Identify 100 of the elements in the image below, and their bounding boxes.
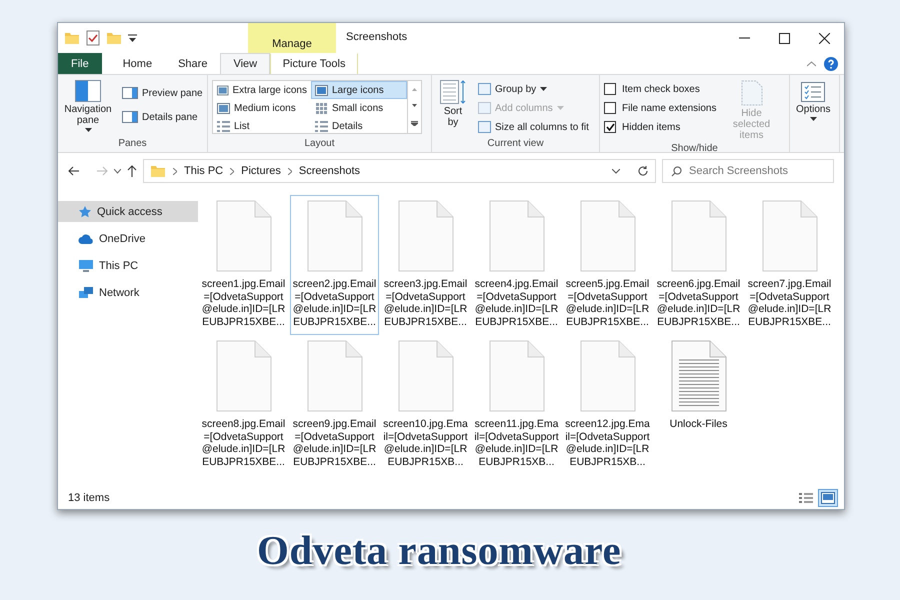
view-toggle-button[interactable] — [818, 489, 838, 507]
group-label: Show/hide — [670, 143, 719, 156]
ribbon-tab[interactable]: Picture Tools — [270, 53, 358, 74]
blank-file-icon — [488, 340, 544, 412]
help-icon[interactable] — [824, 56, 838, 70]
customize-menu-icon[interactable] — [128, 34, 137, 42]
refresh-icon[interactable] — [637, 165, 649, 177]
blank-file-icon — [580, 340, 636, 412]
chevron-icon — [173, 168, 177, 174]
dropdown-caret-icon[interactable] — [612, 168, 620, 174]
file-item[interactable]: screen5.jpg.Email=[OdvetaSupport@elude.in]ID=[LREUBJPR15XBE... — [563, 195, 652, 335]
blank-file-icon — [306, 200, 362, 272]
file-item[interactable]: screen4.jpg.Email=[OdvetaSupport@elude.in]ID=[LREUBJPR15XBE... — [472, 195, 561, 335]
layout-option[interactable]: Medium icons — [213, 99, 311, 117]
blank-file-icon — [306, 340, 362, 412]
ribbon-tab[interactable]: Share — [165, 53, 220, 74]
checkbox-option[interactable]: Item check boxes — [604, 80, 716, 98]
context-group-header: Manage — [248, 23, 336, 53]
column-icon — [478, 83, 491, 95]
options-button[interactable]: Options — [794, 78, 832, 152]
checkbox-option[interactable]: File name extensions — [604, 99, 716, 117]
layout-option[interactable]: Large icons — [311, 81, 407, 99]
group-label: Layout — [303, 138, 336, 151]
chevron-icon — [230, 168, 234, 174]
blank-file-icon — [762, 200, 818, 272]
file-item[interactable]: screen6.jpg.Email=[OdvetaSupport@elude.in]ID=[LREUBJPR15XBE... — [654, 195, 743, 335]
view-command-button[interactable]: Size all columns to fit — [474, 118, 593, 136]
blank-file-icon — [398, 340, 454, 412]
pane-toggle-button[interactable]: Preview pane — [118, 84, 207, 102]
breadcrumb[interactable]: This PC — [184, 165, 224, 177]
gallery-scroller[interactable] — [408, 80, 422, 134]
collapse-ribbon-icon[interactable] — [807, 60, 816, 66]
picture-icon — [217, 102, 230, 114]
caret-icon — [84, 128, 92, 132]
window-title: Screenshots — [345, 30, 408, 45]
file-item[interactable]: screen12.jpg.Email=[OdvetaSupport@elude.in]ID=[LREUBJPR15XB... — [563, 335, 652, 475]
file-item[interactable]: screen10.jpg.Email=[OdvetaSupport@elude.in]ID=[LREUBJPR15XB... — [381, 335, 470, 475]
column-icon — [478, 121, 491, 133]
layout-option[interactable]: Details — [311, 117, 407, 135]
blank-file-icon — [488, 200, 544, 272]
sort-by-button[interactable]: Sort by — [436, 78, 470, 138]
file-item[interactable]: screen1.jpg.Email=[OdvetaSupport@elude.in]ID=[LREUBJPR15XBE... — [199, 195, 288, 335]
search-field[interactable]: Search Screenshots — [662, 159, 834, 183]
file-item[interactable]: screen7.jpg.Email=[OdvetaSupport@elude.in]ID=[LREUBJPR15XBE... — [745, 195, 834, 335]
layout-option[interactable]: Small icons — [311, 99, 407, 117]
options-icon — [801, 82, 826, 102]
up-button[interactable] — [127, 165, 137, 177]
group-label: Panes — [117, 138, 148, 151]
navigation-pane-button[interactable]: Navigation pane — [62, 78, 114, 138]
file-item[interactable]: screen11.jpg.Email=[OdvetaSupport@elude.in]ID=[LREUBJPR15XB... — [472, 335, 561, 475]
large-icons-view-icon — [821, 492, 835, 504]
item-count: 13 items — [68, 492, 111, 504]
ribbon-tab[interactable]: Home — [110, 53, 166, 74]
checkbox[interactable] — [604, 121, 616, 133]
file-item[interactable]: screen2.jpg.Email=[OdvetaSupport@elude.in]ID=[LREUBJPR15XBE... — [290, 195, 379, 335]
checkbox[interactable] — [604, 102, 616, 114]
file-item[interactable]: screen3.jpg.Email=[OdvetaSupport@elude.in]ID=[LREUBJPR15XBE... — [381, 195, 470, 335]
sidebar-item[interactable]: Quick access — [58, 201, 198, 222]
folder-icon — [106, 30, 122, 46]
group-label: Current view — [486, 138, 545, 151]
breadcrumb[interactable]: Pictures — [241, 165, 281, 177]
cloud-icon — [78, 232, 94, 244]
back-button[interactable] — [68, 166, 80, 176]
layout-option[interactable]: List — [213, 117, 311, 135]
checkbox-label: Item check boxes — [622, 84, 700, 94]
blank-file-icon — [398, 200, 454, 272]
file-item[interactable]: screen9.jpg.Email=[OdvetaSupport@elude.in]ID=[LREUBJPR15XBE... — [290, 335, 379, 475]
pane-toggle-button[interactable]: Details pane — [118, 108, 202, 126]
blank-file-icon — [580, 200, 636, 272]
breadcrumb[interactable]: Screenshots — [298, 165, 360, 177]
folder-icon — [150, 163, 166, 179]
file-item[interactable]: Unlock-Files — [654, 335, 743, 475]
layout-option[interactable]: Extra large icons — [213, 81, 311, 99]
grid-icon — [315, 102, 328, 114]
details-icon — [315, 120, 328, 132]
properties-icon — [86, 30, 100, 46]
navigation-pane-icon — [75, 80, 101, 102]
recent-locations-button[interactable] — [114, 168, 121, 174]
view-command-button[interactable]: Group by — [474, 80, 552, 98]
checkbox-label: Hidden items — [622, 122, 680, 132]
sidebar-item[interactable]: Network — [58, 282, 198, 303]
column-icon — [478, 102, 491, 114]
address-bar[interactable]: This PC Pictures Screenshots — [143, 159, 656, 183]
checkbox[interactable] — [604, 83, 616, 95]
caret-icon — [810, 117, 817, 121]
file-item[interactable]: screen8.jpg.Email=[OdvetaSupport@elude.in]ID=[LREUBJPR15XBE... — [199, 335, 288, 475]
file-menu-button[interactable]: File — [58, 53, 102, 74]
picture-icon — [217, 84, 229, 96]
blank-file-icon — [216, 340, 272, 412]
blank-file-icon — [670, 200, 726, 272]
checkbox-option[interactable]: Hidden items — [604, 118, 716, 136]
scroll-down-icon[interactable] — [412, 104, 417, 108]
expand-gallery-icon[interactable] — [411, 121, 418, 126]
blank-file-icon — [216, 200, 272, 272]
sort-icon — [440, 80, 466, 104]
ribbon-tab[interactable]: View — [220, 53, 270, 74]
sidebar-item[interactable]: This PC — [58, 255, 198, 276]
sidebar-item[interactable]: OneDrive — [58, 228, 198, 249]
page-icon — [740, 80, 762, 106]
network-icon — [78, 286, 94, 300]
